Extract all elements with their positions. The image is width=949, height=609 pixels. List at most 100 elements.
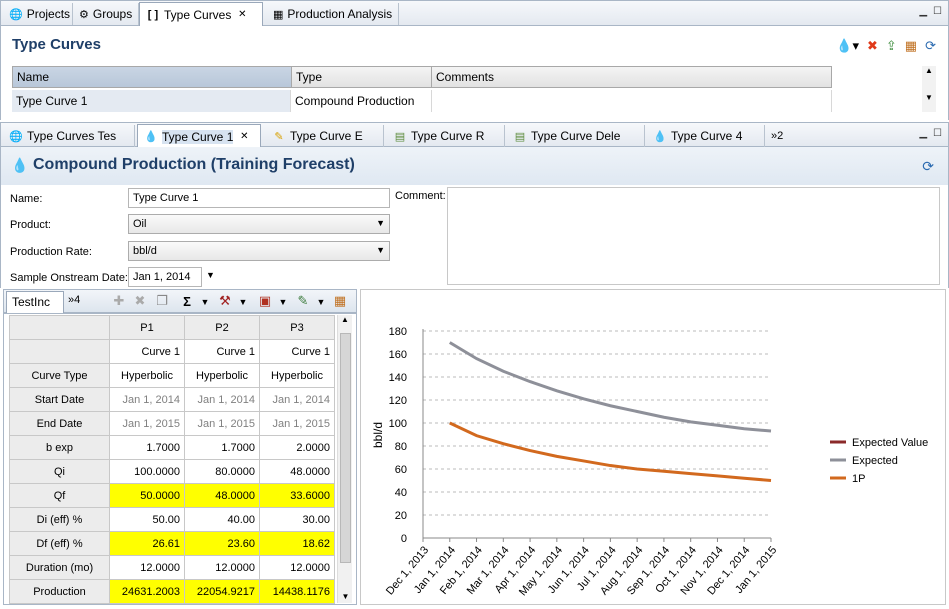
tab-type-curve-dele[interactable]: ▤ Type Curve Dele: [507, 125, 645, 147]
close-icon[interactable]: ✕: [235, 8, 249, 22]
drop-icon[interactable]: 💧▾: [836, 38, 859, 54]
tab-type-curve-e[interactable]: ✎ Type Curve E: [266, 125, 384, 147]
calendar-icon[interactable]: ▣: [256, 292, 274, 310]
table-cell[interactable]: 1.7000: [109, 435, 185, 460]
comment-label: Comment:: [395, 190, 446, 202]
doc-tab-bar: 🌐 Type Curves Tes 💧 Type Curve 1 ✕ ✎ Type Cu…: [0, 122, 949, 148]
date-dropdown-icon[interactable]: ▼: [206, 270, 215, 280]
column-p2[interactable]: P2: [184, 315, 260, 340]
table-cell[interactable]: Jan 1, 2014: [184, 387, 260, 412]
table-cell[interactable]: 26.61: [109, 531, 185, 556]
table-cell[interactable]: 33.6000: [259, 483, 335, 508]
table-cell[interactable]: 22054.9217: [184, 579, 260, 604]
column-comments[interactable]: Comments: [431, 66, 832, 88]
scroll-thumb[interactable]: [340, 333, 351, 563]
table-cell[interactable]: Hyperbolic: [109, 363, 185, 388]
tab-type-curve-4[interactable]: 💧 Type Curve 4: [647, 125, 765, 147]
table-cell[interactable]: 50.0000: [109, 483, 185, 508]
row-comments: [432, 90, 832, 112]
comment-field[interactable]: [447, 187, 940, 285]
table-cell[interactable]: 18.62: [259, 531, 335, 556]
maximize-icon[interactable]: ☐: [933, 128, 942, 139]
table-cell[interactable]: 30.00: [259, 507, 335, 532]
minimize-icon[interactable]: ▁: [919, 128, 927, 139]
subheader-cell: Curve 1: [184, 339, 260, 364]
table-cell[interactable]: 48.0000: [184, 483, 260, 508]
refresh-icon[interactable]: ⟳: [925, 38, 936, 54]
refresh-icon[interactable]: ⟳: [922, 158, 934, 175]
tab-type-curves[interactable]: [ ] Type Curves ✕: [139, 2, 263, 26]
table-cell[interactable]: Jan 1, 2015: [259, 411, 335, 436]
name-field[interactable]: Type Curve 1: [128, 188, 390, 208]
table-cell[interactable]: Jan 1, 2014: [109, 387, 185, 412]
table-row: End Date Jan 1, 2015 Jan 1, 2015 Jan 1, 201…: [9, 411, 335, 436]
maximize-icon[interactable]: ☐: [933, 6, 942, 17]
chevron-down-icon[interactable]: ▼: [234, 293, 252, 311]
table-cell[interactable]: 24631.2003: [109, 579, 185, 604]
y-tick-label: 60: [395, 464, 407, 476]
table-cell[interactable]: Jan 1, 2014: [259, 387, 335, 412]
table-cell[interactable]: 48.0000: [259, 459, 335, 484]
y-tick-label: 0: [401, 533, 407, 545]
chart-settings-icon[interactable]: ✎: [294, 292, 312, 310]
table-cell[interactable]: Jan 1, 2015: [109, 411, 185, 436]
add-icon[interactable]: ✚: [110, 292, 128, 310]
editor-header: 💧 Compound Production (Training Forecast…: [0, 147, 949, 185]
tools-icon[interactable]: ⚒: [216, 292, 234, 310]
tab-groups[interactable]: ⚙ Groups: [73, 3, 139, 25]
table-row[interactable]: Type Curve 1 Compound Production: [12, 90, 832, 112]
grid-icon[interactable]: ▦: [331, 292, 349, 310]
chevron-down-icon[interactable]: ▼: [196, 293, 214, 311]
y-axis-label: bbl/d: [371, 422, 385, 448]
table-cell[interactable]: 50.00: [109, 507, 185, 532]
onstream-date-field[interactable]: Jan 1, 2014: [128, 267, 202, 287]
close-icon[interactable]: ✕: [237, 130, 251, 144]
table-cell[interactable]: 12.0000: [109, 555, 185, 580]
table-row: Df (eff) % 26.61 23.60 18.62: [9, 531, 335, 556]
table-cell[interactable]: 40.00: [184, 507, 260, 532]
tab-testinc[interactable]: TestInc: [6, 291, 64, 313]
tab-type-curve-r[interactable]: ▤ Type Curve R: [387, 125, 505, 147]
drop-icon: 💧: [11, 157, 29, 173]
table-cell[interactable]: 1.7000: [184, 435, 260, 460]
chevron-down-icon[interactable]: ▼: [312, 293, 330, 311]
chevron-down-icon[interactable]: ▼: [274, 293, 292, 311]
table-cell[interactable]: 100.0000: [109, 459, 185, 484]
tab-production-analysis[interactable]: ▦ Production Analysis: [267, 3, 399, 25]
table-scrollbar[interactable]: ▲ ▼: [337, 315, 352, 603]
grid-tabs-overflow[interactable]: »4: [68, 294, 80, 306]
tab-projects[interactable]: 🌐 Projects: [3, 3, 73, 25]
tabs-overflow[interactable]: »2: [765, 125, 795, 147]
column-name[interactable]: Name: [12, 66, 292, 88]
export-icon[interactable]: ⇪: [886, 38, 897, 54]
column-p3[interactable]: P3: [259, 315, 335, 340]
table-cell[interactable]: Hyperbolic: [184, 363, 260, 388]
groups-icon: ⚙: [79, 8, 89, 21]
tab-type-curve-1[interactable]: 💧 Type Curve 1 ✕: [137, 124, 261, 148]
table-cell[interactable]: Hyperbolic: [259, 363, 335, 388]
delete-icon[interactable]: ✖: [131, 292, 149, 310]
tab-type-curves-tes[interactable]: 🌐 Type Curves Tes: [3, 125, 135, 147]
column-type[interactable]: Type: [291, 66, 432, 88]
table-cell[interactable]: 23.60: [184, 531, 260, 556]
sum-icon[interactable]: Σ: [178, 292, 196, 310]
table-cell[interactable]: 12.0000: [184, 555, 260, 580]
column-p1[interactable]: P1: [109, 315, 185, 340]
rate-select[interactable]: bbl/d ▼: [128, 241, 390, 261]
scrollbar[interactable]: ▲ ▼: [922, 66, 936, 112]
projects-icon: 🌐: [9, 8, 23, 21]
table-cell[interactable]: 80.0000: [184, 459, 260, 484]
table-cell[interactable]: 14438.1176: [259, 579, 335, 604]
table-cell[interactable]: 12.0000: [259, 555, 335, 580]
table-row: Qi 100.0000 80.0000 48.0000: [9, 459, 335, 484]
product-select[interactable]: Oil ▼: [128, 214, 390, 234]
copy-icon[interactable]: ❐: [153, 292, 171, 310]
grid-icon[interactable]: ▦: [905, 38, 917, 54]
grid-toolbar: TestInc »4 ✚ ✖ ❐ Σ ▼ ⚒ ▼ ▣ ▼ ✎ ▼ ▦: [3, 289, 357, 313]
table-cell[interactable]: Jan 1, 2015: [184, 411, 260, 436]
chevron-down-icon: ▼: [376, 245, 385, 255]
delete-icon[interactable]: ✖: [867, 38, 878, 54]
minimize-icon[interactable]: ▁: [919, 6, 927, 17]
row-label: Curve Type: [9, 363, 110, 388]
table-cell[interactable]: 2.0000: [259, 435, 335, 460]
